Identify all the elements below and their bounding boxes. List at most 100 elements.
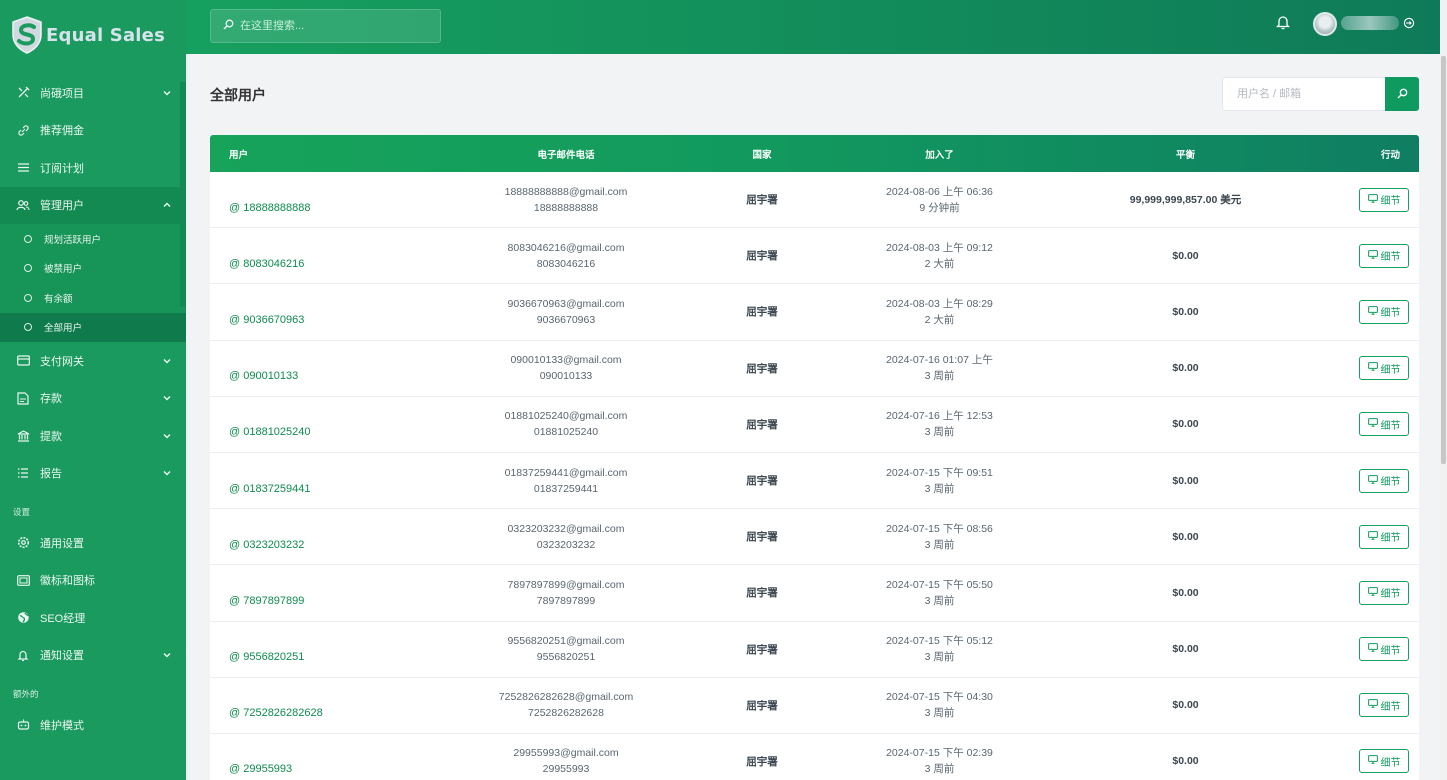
user-handle[interactable]: @ 7252826282628 <box>210 691 470 719</box>
tools-icon <box>16 86 30 100</box>
sidebar-item-maintenance-mode[interactable]: 维护模式 <box>0 706 186 744</box>
user-balance: 99,999,999,857.00 美元 <box>1129 194 1242 207</box>
user-phone: 0323203232 <box>536 538 596 551</box>
details-button[interactable]: 细节 <box>1359 243 1409 268</box>
user-phone: 090010133 <box>539 370 593 383</box>
joined-cell: 2024-07-15 下午 04:30 3 周前 <box>862 689 1017 721</box>
notification-bell-icon[interactable] <box>1275 14 1291 30</box>
page-scrollbar[interactable] <box>1440 0 1447 780</box>
joined-date: 2024-08-03 上午 09:12 <box>886 241 993 254</box>
bell-icon <box>16 648 30 662</box>
sidebar-subitem-active-users[interactable]: 规划活跃用户 <box>0 224 186 254</box>
user-filter-search-button[interactable] <box>1385 77 1419 111</box>
joined-cell: 2024-08-03 上午 09:12 2 大前 <box>862 240 1017 272</box>
extra-section-label: 额外的 <box>13 689 39 699</box>
settings-section-label: 设置 <box>13 507 31 517</box>
table-row: @ 01881025240 01881025240@gmail.com 0188… <box>210 397 1419 453</box>
table-row: @ 9556820251 9556820251@gmail.com 955682… <box>210 622 1419 678</box>
joined-date: 2024-07-16 上午 12:53 <box>886 410 993 423</box>
desktop-icon <box>1367 249 1378 262</box>
sidebar-subitem-banned-users[interactable]: 被禁用户 <box>0 254 186 284</box>
user-balance: $0.00 <box>1172 586 1199 599</box>
user-filter-input[interactable] <box>1222 77 1385 111</box>
user-handle[interactable]: @ 01881025240 <box>210 410 470 438</box>
sidebar-item-payment-gateways[interactable]: 支付网关 <box>0 342 186 380</box>
sidebar-item-seo-manager[interactable]: SEO经理 <box>0 599 186 637</box>
user-handle[interactable]: @ 9036670963 <box>210 298 470 326</box>
table-row: @ 0323203232 0323203232@gmail.com 032320… <box>210 509 1419 566</box>
chevron-down-icon <box>162 393 172 403</box>
joined-date: 2024-08-06 上午 06:36 <box>886 185 993 198</box>
user-handle[interactable]: @ 18888888888 <box>210 186 470 214</box>
report-icon <box>16 466 30 480</box>
user-handle[interactable]: @ 01837259441 <box>210 467 470 495</box>
sidebar-subitem-all-users[interactable]: 全部用户 <box>0 312 186 342</box>
brand[interactable]: Equal Sales <box>0 0 186 70</box>
action-cell: 细节 <box>1354 693 1419 718</box>
global-search-input[interactable] <box>240 20 430 32</box>
table-row: @ 18888888888 18888888888@gmail.com 1888… <box>210 172 1419 229</box>
user-email: 8083046216@gmail.com <box>507 241 625 254</box>
details-button[interactable]: 细节 <box>1359 299 1409 324</box>
user-handle[interactable]: @ 0323203232 <box>210 523 470 551</box>
page-scrollbar-thumb[interactable] <box>1441 56 1446 464</box>
sidebar-item-reports[interactable]: 报告 <box>0 455 186 493</box>
chevron-down-icon <box>162 650 172 660</box>
user-handle[interactable]: @ 7897897899 <box>210 579 470 607</box>
username-redacted[interactable] <box>1341 16 1399 30</box>
joined-ago: 3 周前 <box>924 370 955 383</box>
sidebar-item-plans[interactable]: 订阅计划 <box>0 149 186 187</box>
sidebar-item-withdrawals[interactable]: 提款 <box>0 417 186 455</box>
user-handle[interactable]: @ 29955993 <box>210 747 470 775</box>
sidebar-item-logo-icons[interactable]: 徽标和图标 <box>0 562 186 600</box>
details-button[interactable]: 细节 <box>1359 187 1409 212</box>
image-icon <box>16 573 30 587</box>
sidebar-item-referral[interactable]: 推荐佣金 <box>0 112 186 150</box>
sidebar-item-deposits[interactable]: 存款 <box>0 380 186 418</box>
sidebar-item-general-settings[interactable]: 通用设置 <box>0 524 186 562</box>
details-button[interactable]: 细节 <box>1359 580 1409 605</box>
details-button[interactable]: 细节 <box>1359 412 1409 437</box>
user-handle[interactable]: @ 9556820251 <box>210 635 470 663</box>
user-balance: $0.00 <box>1172 643 1199 656</box>
joined-date: 2024-07-15 下午 09:51 <box>886 466 993 479</box>
card-icon <box>16 354 30 368</box>
details-button[interactable]: 细节 <box>1359 749 1409 774</box>
details-button-label: 细节 <box>1380 308 1401 320</box>
joined-cell: 2024-07-16 01:07 上午 3 周前 <box>862 352 1017 384</box>
chevron-down-icon <box>162 88 172 98</box>
email-phone-cell: 090010133@gmail.com 090010133 <box>470 352 662 384</box>
column-header-email: 电子邮件电话 <box>537 149 595 161</box>
joined-ago: 2 大前 <box>924 257 955 270</box>
brand-logo-icon <box>10 15 44 55</box>
avatar[interactable] <box>1313 12 1337 36</box>
user-handle[interactable]: @ 090010133 <box>210 354 470 382</box>
sidebar-item-notification-settings[interactable]: 通知设置 <box>0 637 186 675</box>
global-search[interactable] <box>210 9 441 43</box>
joined-date: 2024-07-15 下午 08:56 <box>886 522 993 535</box>
details-button[interactable]: 细节 <box>1359 356 1409 381</box>
details-button[interactable]: 细节 <box>1359 693 1409 718</box>
user-phone: 01881025240 <box>533 426 599 439</box>
action-cell: 细节 <box>1354 637 1419 662</box>
sidebar-subitem-with-balance[interactable]: 有余额 <box>0 283 186 313</box>
column-header-action: 行动 <box>1380 149 1400 161</box>
user-handle[interactable]: @ 8083046216 <box>210 242 470 270</box>
sidebar-scrollbar[interactable] <box>180 82 186 307</box>
joined-ago: 3 周前 <box>924 651 955 664</box>
circle-icon <box>24 293 32 302</box>
user-phone: 7897897899 <box>536 594 596 607</box>
joined-ago: 3 周前 <box>924 538 955 551</box>
sidebar-item-manage-users[interactable]: 管理用户 <box>0 186 186 224</box>
table-row: @ 29955993 29955993@gmail.com 29955993 屈… <box>210 734 1419 780</box>
action-cell: 细节 <box>1354 243 1419 268</box>
details-button[interactable]: 细节 <box>1359 524 1409 549</box>
details-button[interactable]: 细节 <box>1359 468 1409 493</box>
table-header: 用户 电子邮件电话 国家 加入了 平衡 行动 <box>210 135 1419 172</box>
logout-icon[interactable] <box>1402 16 1416 30</box>
desktop-icon <box>1367 474 1378 487</box>
details-button[interactable]: 细节 <box>1359 637 1409 662</box>
bank-icon <box>16 429 30 443</box>
sidebar-item-projects[interactable]: 尚硪项目 <box>0 74 186 112</box>
table-row: @ 01837259441 01837259441@gmail.com 0183… <box>210 453 1419 510</box>
